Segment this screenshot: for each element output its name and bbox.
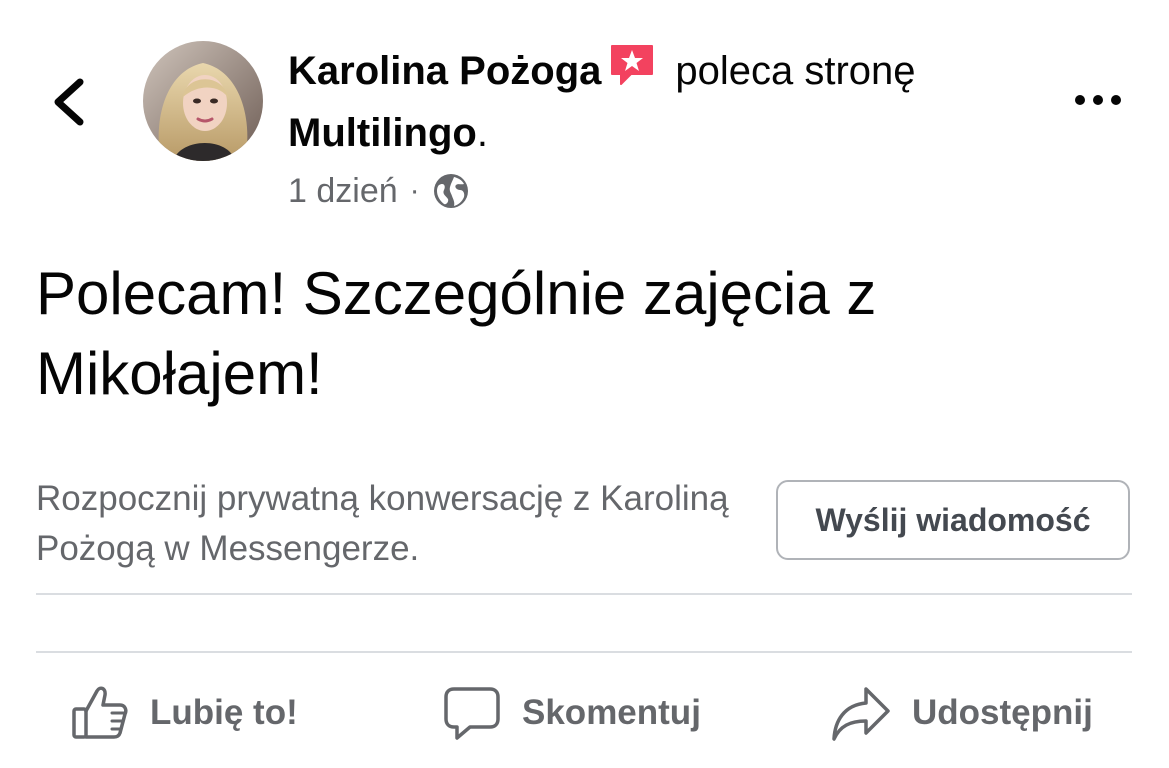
post-body-text: Polecam! Szczególnie zajęcia z Mikołajem… (36, 260, 877, 407)
share-label: Udostępnij (912, 693, 1093, 732)
divider (36, 651, 1132, 653)
avatar-image (143, 41, 263, 161)
author-name-link[interactable]: Karolina Pożoga (288, 49, 601, 93)
more-horizontal-icon (1075, 95, 1121, 105)
share-button[interactable]: Udostępnij (830, 676, 1093, 750)
avatar[interactable] (143, 41, 263, 161)
page-name-link[interactable]: Multilingo (288, 111, 477, 155)
thumbs-up-icon (72, 686, 128, 739)
globe-icon (433, 174, 468, 208)
recommends-text: poleca stronę (675, 49, 916, 93)
like-button[interactable]: Lubię to! (70, 676, 298, 750)
more-options-button[interactable] (1068, 82, 1128, 118)
timestamp[interactable]: 1 dzień (288, 172, 398, 211)
share-arrow-icon (832, 687, 890, 741)
recommendation-badge-icon (607, 40, 657, 90)
comment-label: Skomentuj (522, 693, 701, 732)
comment-button[interactable]: Skomentuj (442, 676, 701, 750)
post-meta: 1 dzień · (288, 168, 470, 214)
post-header: Karolina Pożoga poleca stronę Multilingo… (288, 40, 1028, 164)
comment-bubble-icon (444, 687, 500, 740)
chevron-left-icon (54, 78, 84, 126)
header-period: . (476, 111, 488, 155)
messenger-prompt: Rozpocznij prywatną konwersację z Karoli… (36, 479, 729, 568)
divider (36, 593, 1132, 595)
back-button[interactable] (44, 70, 100, 134)
like-label: Lubię to! (150, 693, 298, 732)
send-message-label: Wyślij wiadomość (815, 501, 1091, 538)
meta-separator: · (409, 174, 420, 207)
send-message-button[interactable]: Wyślij wiadomość (776, 480, 1130, 560)
